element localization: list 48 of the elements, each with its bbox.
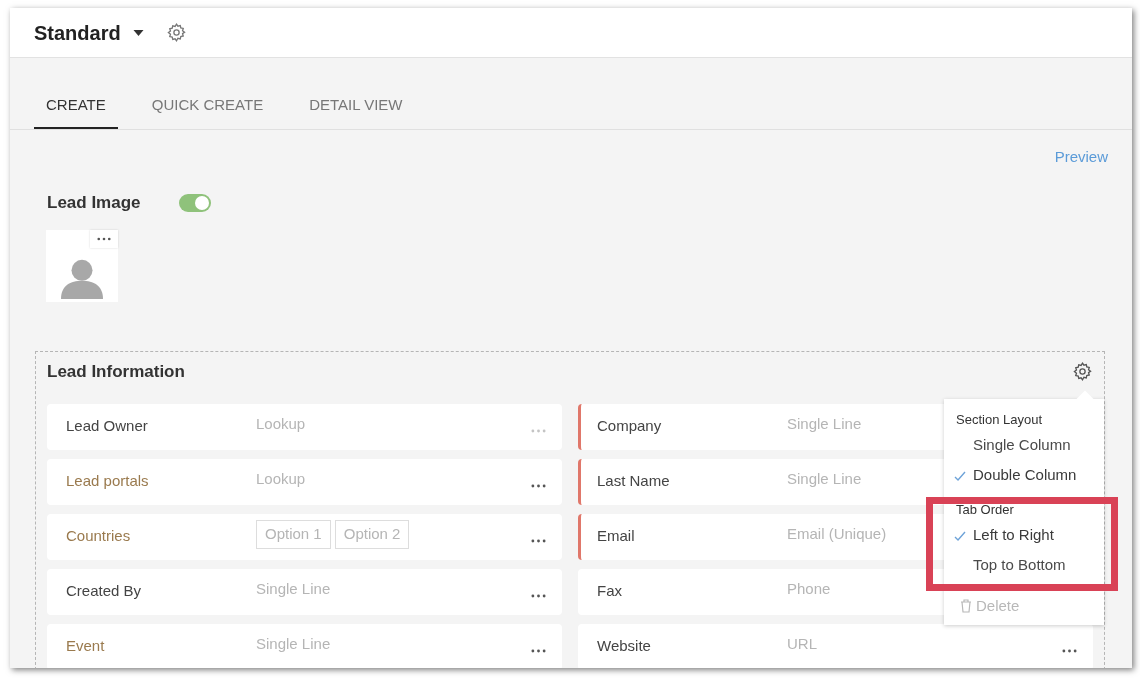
option-chip: Option 1 xyxy=(256,520,331,549)
check-icon xyxy=(954,470,966,481)
field-type: Single Line xyxy=(256,579,331,600)
field-row[interactable]: Countries Option 1 Option 2 xyxy=(47,513,562,560)
field-type: Email (Unique) xyxy=(787,524,887,545)
more-options-icon[interactable] xyxy=(531,593,546,598)
field-row[interactable]: Website URL xyxy=(578,623,1093,668)
more-options-icon[interactable] xyxy=(531,483,546,488)
field-label: Email xyxy=(597,526,636,547)
field-label: Created By xyxy=(66,581,143,602)
field-label: Company xyxy=(597,416,663,437)
field-label: Event xyxy=(66,636,106,657)
field-label: Countries xyxy=(66,526,132,547)
settings-icon[interactable] xyxy=(165,22,187,43)
more-options-icon xyxy=(97,236,111,241)
field-type: Single Line xyxy=(787,469,862,490)
field-row[interactable]: Lead Owner Lookup xyxy=(47,403,562,450)
check-icon xyxy=(954,530,966,541)
field-type: URL xyxy=(787,634,817,655)
option-chip: Option 2 xyxy=(334,520,410,549)
section-title: Lead Information xyxy=(47,360,185,383)
field-row[interactable]: Lead portals Lookup xyxy=(47,458,562,505)
field-row[interactable]: Created By Single Line xyxy=(47,568,562,615)
field-type: Lookup xyxy=(256,469,306,490)
field-label: Fax xyxy=(597,581,623,602)
tab[interactable]: DETAIL VIEW xyxy=(297,94,415,129)
toggle-switch[interactable] xyxy=(178,193,211,212)
field-label: Lead Owner xyxy=(66,416,149,437)
section-label: Lead Image xyxy=(47,192,141,214)
dropdown-caret-icon[interactable] xyxy=(132,29,144,36)
field-type: Single Line xyxy=(256,634,331,655)
more-options-icon[interactable] xyxy=(531,648,546,653)
more-options-icon[interactable] xyxy=(531,538,546,543)
field-type: Lookup xyxy=(256,414,306,435)
more-options-icon[interactable] xyxy=(1062,648,1077,653)
field-row[interactable]: Event Single Line xyxy=(47,623,562,668)
trash-icon xyxy=(960,598,972,613)
field-label: Website xyxy=(597,636,652,657)
more-options-button[interactable] xyxy=(90,229,118,248)
menu-heading: Section Layout xyxy=(955,410,1043,429)
field-label: Lead portals xyxy=(66,471,150,492)
field-type: Phone xyxy=(787,579,831,600)
tab[interactable]: CREATE xyxy=(34,94,118,129)
layout-name: Standard xyxy=(34,20,121,46)
tab[interactable]: QUICK CREATE xyxy=(139,94,276,129)
field-type: Single Line xyxy=(787,414,862,435)
settings-icon[interactable] xyxy=(1072,361,1093,382)
field-label: Last Name xyxy=(597,471,671,492)
